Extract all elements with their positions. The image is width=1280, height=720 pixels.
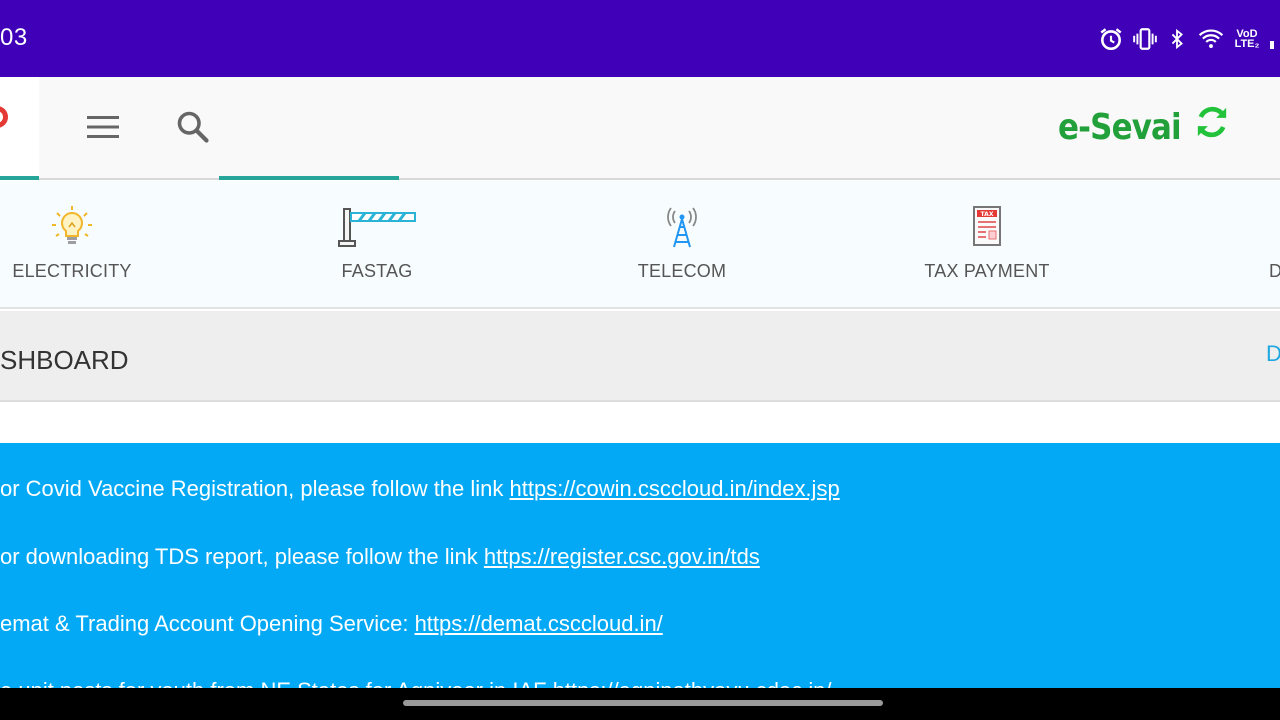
notice-link-demat[interactable]: https://demat.csccloud.in/ [415, 611, 663, 636]
notice-item: or Covid Vaccine Registration, please fo… [0, 476, 840, 502]
toll-barrier-icon [337, 205, 417, 249]
service-electricity[interactable]: ELECTRICITY [0, 181, 172, 307]
service-label: TELECOM [637, 261, 727, 281]
notice-item: emat & Trading Account Opening Service: … [0, 611, 663, 637]
notice-text: e unit posts for youth from NE States fo… [0, 678, 553, 688]
volte-bottom-label: LTE₂ [1234, 38, 1260, 50]
notice-link-cowin[interactable]: https://cowin.csccloud.in/index.jsp [510, 476, 840, 501]
system-nav-bar [0, 688, 1280, 720]
notice-item: e unit posts for youth from NE States fo… [0, 678, 832, 688]
signal-tower-icon [642, 205, 722, 249]
service-label: TAX PAYMENT [924, 261, 1050, 281]
dashboard-right-link[interactable]: D [1266, 341, 1280, 367]
status-icons: VoD LTE₂ [1098, 22, 1280, 56]
signal-icon [1270, 41, 1274, 49]
notice-link-agnipath[interactable]: https://agnipathvayu.cdac.in/ [553, 678, 832, 688]
search-tab-indicator [219, 176, 399, 180]
tax-document-icon: TAX [947, 205, 1027, 249]
bluetooth-icon [1171, 28, 1183, 50]
device-icon [1232, 205, 1280, 249]
vibrate-icon [1133, 28, 1157, 50]
home-gesture-handle[interactable] [403, 700, 883, 706]
status-bar: 03 VoD LTE₂ [0, 0, 1280, 77]
notice-item: or downloading TDS report, please follow… [0, 544, 760, 570]
brand-title: e-Sevai [1058, 107, 1182, 148]
service-label: D [1269, 261, 1280, 281]
service-d[interactable]: D [1172, 181, 1280, 307]
service-shortcuts: ELECTRICITY FASTAG TELECOM TAX TAX PAYME… [0, 181, 1280, 309]
notice-text: emat & Trading Account Opening Service: [0, 611, 415, 636]
logo-mark-icon [0, 106, 8, 128]
alarm-icon [1100, 28, 1122, 51]
service-tax-payment[interactable]: TAX TAX PAYMENT [887, 181, 1087, 307]
notice-text: or Covid Vaccine Registration, please fo… [0, 476, 510, 501]
search-icon [177, 111, 209, 143]
notice-panel: or Covid Vaccine Registration, please fo… [0, 443, 1280, 688]
hamburger-menu-icon [87, 116, 119, 138]
service-fastag[interactable]: FASTAG [277, 181, 477, 307]
spacer [0, 404, 1280, 443]
refresh-button[interactable] [1192, 100, 1232, 144]
svg-text:TAX: TAX [981, 211, 994, 218]
notice-text: or downloading TDS report, please follow… [0, 544, 484, 569]
notice-link-tds[interactable]: https://register.csc.gov.in/tds [484, 544, 760, 569]
search-button[interactable] [170, 105, 216, 149]
app-logo[interactable] [0, 77, 39, 178]
menu-button[interactable] [80, 107, 126, 147]
service-label: FASTAG [341, 261, 413, 281]
status-time: 03 [0, 24, 28, 51]
active-tab-indicator [0, 176, 39, 180]
service-label: ELECTRICITY [12, 261, 132, 281]
refresh-icon [1197, 106, 1227, 138]
volte-indicator: VoD LTE₂ [1234, 29, 1260, 50]
wifi-icon [1198, 29, 1224, 48]
service-telecom[interactable]: TELECOM [582, 181, 782, 307]
app-toolbar: e-Sevai [0, 77, 1280, 180]
light-bulb-icon [32, 205, 112, 249]
dashboard-title: SHBOARD [0, 345, 129, 375]
dashboard-header: SHBOARD D [0, 311, 1280, 402]
